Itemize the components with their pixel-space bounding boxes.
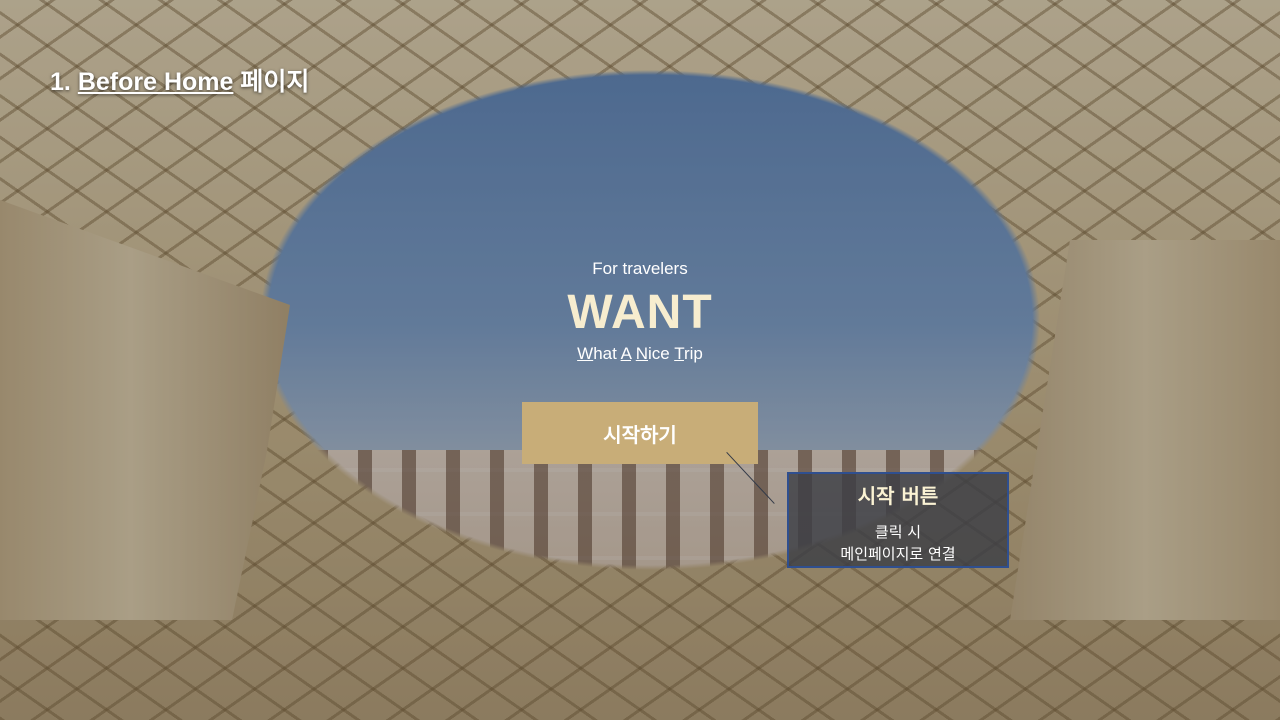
callout-line-1: 클릭 시 xyxy=(874,523,922,541)
slide-number: 1. xyxy=(50,68,71,96)
subtitle-letter-t: T xyxy=(674,344,684,363)
subtitle-word-trip: rip xyxy=(683,344,703,363)
subtitle-letter-w: W xyxy=(577,344,594,363)
subtitle-word-nice: ice xyxy=(648,344,675,363)
callout-line-2: 메인페이지로 연결 xyxy=(840,545,956,563)
slide-title-suffix: 페이지 xyxy=(240,68,310,96)
brand-subtitle: What A Nice Trip xyxy=(0,344,1280,364)
slide-title-underlined: Before Home xyxy=(77,68,234,96)
subtitle-letter-a: A xyxy=(620,344,632,363)
annotation-callout: 시작 버튼 클릭 시 메인페이지로 연결 xyxy=(787,472,1009,568)
tagline: For travelers xyxy=(592,259,688,278)
start-button[interactable]: 시작하기 xyxy=(522,402,758,464)
subtitle-letter-n: N xyxy=(635,344,649,363)
callout-title: 시작 버튼 xyxy=(857,484,939,508)
subtitle-word-what: hat xyxy=(593,344,621,363)
slide-title: 1. Before Home 페이지 xyxy=(50,62,309,98)
brand-logo: WANT xyxy=(567,286,713,339)
